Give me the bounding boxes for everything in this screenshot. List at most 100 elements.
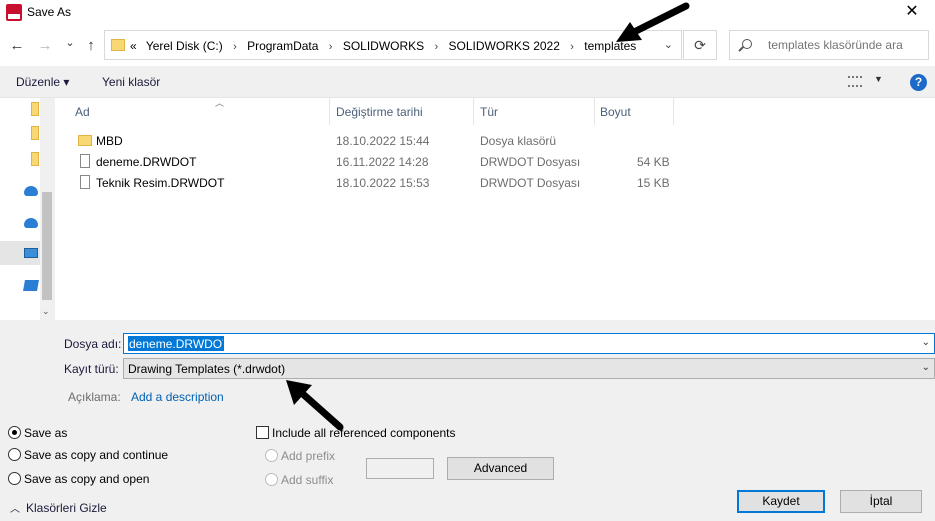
filename-field[interactable]: ⌄	[123, 333, 935, 354]
column-divider[interactable]	[594, 98, 595, 125]
file-name: MBD	[96, 134, 123, 148]
filetype-label: Kayıt türü:	[64, 362, 119, 376]
file-row-deneme[interactable]: deneme.DRWDOT 16.11.2022 14:28 DRWDOT Do…	[75, 151, 855, 172]
filename-input[interactable]	[128, 336, 224, 351]
breadcrumb-item-templates[interactable]: templates	[584, 39, 636, 53]
hide-folders-toggle[interactable]: ︿ Klasörleri Gizle	[10, 500, 107, 515]
filename-label: Dosya adı:	[64, 337, 122, 351]
folder-icon	[78, 135, 92, 146]
details-view-icon	[848, 76, 862, 87]
column-divider[interactable]	[329, 98, 330, 125]
file-name: deneme.DRWDOT	[96, 155, 197, 169]
cancel-button[interactable]: İptal	[840, 490, 922, 513]
save-copy-open-radio[interactable]	[8, 472, 21, 485]
description-label: Açıklama:	[68, 390, 121, 404]
save-copy-continue-label[interactable]: Save as copy and continue	[24, 448, 168, 462]
chevron-down-icon: ⌄	[921, 362, 930, 373]
file-size: 54 KB	[637, 155, 670, 169]
refresh-icon[interactable]: ⟳	[683, 30, 717, 60]
add-description-link[interactable]: Add a description	[131, 390, 224, 404]
add-prefix-label[interactable]: Add prefix	[281, 449, 335, 463]
column-divider[interactable]	[473, 98, 474, 125]
solidworks-app-icon	[6, 4, 22, 21]
document-icon	[80, 175, 90, 189]
back-arrow-icon[interactable]: ←	[7, 36, 27, 56]
file-size: 15 KB	[637, 176, 670, 190]
chevron-up-icon: ︿	[10, 504, 20, 515]
sort-ascending-icon: ︿	[215, 98, 225, 108]
include-references-label[interactable]: Include all referenced components	[272, 426, 455, 440]
breadcrumb-item-programdata[interactable]: ProgramData	[247, 39, 318, 53]
search-input[interactable]	[768, 38, 926, 52]
advanced-button[interactable]: Advanced	[447, 457, 554, 480]
close-button[interactable]: ✕	[889, 0, 935, 26]
folder-icon	[111, 39, 125, 51]
forward-arrow-icon[interactable]: →	[35, 36, 55, 56]
navigation-pane: ⌄	[0, 98, 54, 320]
save-as-radio[interactable]	[8, 426, 21, 439]
quick-access-folder-icon[interactable]	[31, 152, 39, 166]
quick-access-folder-icon[interactable]	[31, 126, 39, 140]
breadcrumb-separator[interactable]: ›	[329, 41, 333, 53]
save-button[interactable]: Kaydet	[737, 490, 825, 513]
breadcrumb-item-solidworks-2022[interactable]: SOLIDWORKS 2022	[449, 39, 560, 53]
file-row-teknik-resim[interactable]: Teknik Resim.DRWDOT 18.10.2022 15:53 DRW…	[75, 172, 855, 193]
chevron-down-icon: ▼	[874, 74, 883, 84]
column-divider[interactable]	[673, 98, 674, 125]
add-prefix-radio[interactable]	[265, 449, 278, 462]
save-form: Dosya adı: ⌄ Kayıt türü: Drawing Templat…	[0, 320, 935, 521]
file-date: 16.11.2022 14:28	[336, 155, 429, 169]
breadcrumb-overflow[interactable]: «	[130, 39, 137, 53]
save-as-label[interactable]: Save as	[24, 426, 67, 440]
help-icon[interactable]: ?	[910, 74, 927, 91]
breadcrumb: « Yerel Disk (C:) › ProgramData › SOLIDW…	[130, 39, 636, 53]
search-icon	[742, 39, 752, 49]
navigation-bar: ← → ⌄ ↑ « Yerel Disk (C:) › ProgramData …	[0, 26, 935, 66]
filetype-select[interactable]: Drawing Templates (*.drwdot) ⌄	[123, 358, 935, 379]
up-arrow-icon[interactable]: ↑	[81, 36, 101, 56]
scrollbar-thumb[interactable]	[42, 192, 52, 300]
view-options-button[interactable]: ▼	[848, 74, 883, 89]
quick-access-folder-icon[interactable]	[31, 102, 39, 116]
save-copy-continue-radio[interactable]	[8, 448, 21, 461]
file-type: DRWDOT Dosyası	[480, 176, 581, 190]
column-header-size[interactable]: Boyut	[600, 98, 670, 125]
address-bar[interactable]: « Yerel Disk (C:) › ProgramData › SOLIDW…	[104, 30, 682, 60]
include-references-checkbox[interactable]	[256, 426, 269, 439]
breadcrumb-separator[interactable]: ›	[233, 41, 237, 53]
navigation-scrollbar[interactable]: ⌄	[40, 98, 54, 320]
recent-locations-chevron-icon[interactable]: ⌄	[60, 33, 80, 53]
column-header-type[interactable]: Tür	[480, 98, 590, 125]
command-toolbar: Düzenle ▾ Yeni klasör ▼ ?	[0, 66, 935, 98]
prefix-suffix-input[interactable]	[366, 458, 434, 479]
breadcrumb-separator[interactable]: ›	[435, 41, 439, 53]
breadcrumb-item-local-disk[interactable]: Yerel Disk (C:)	[146, 39, 223, 53]
scroll-down-chevron-icon[interactable]: ⌄	[42, 306, 50, 317]
column-header-name-label: Ad	[75, 105, 90, 119]
title-bar: Save As ✕	[0, 0, 935, 26]
filename-history-chevron-icon[interactable]: ⌄	[922, 337, 930, 348]
search-box[interactable]	[729, 30, 929, 60]
column-header-date[interactable]: Değiştirme tarihi	[336, 98, 471, 125]
breadcrumb-item-solidworks[interactable]: SOLIDWORKS	[343, 39, 424, 53]
breadcrumb-separator[interactable]: ›	[570, 41, 574, 53]
document-icon	[80, 154, 90, 168]
address-history-chevron-icon[interactable]: ⌄	[664, 38, 673, 51]
hide-folders-label: Klasörleri Gizle	[26, 501, 107, 515]
network-icon[interactable]	[23, 280, 39, 291]
new-folder-button[interactable]: Yeni klasör	[102, 75, 160, 89]
add-suffix-radio[interactable]	[265, 473, 278, 486]
file-date: 18.10.2022 15:44	[336, 134, 430, 148]
column-header-name[interactable]: ︿ Ad	[75, 98, 330, 125]
file-list: ︿ Ad Değiştirme tarihi Tür Boyut MBD 18.…	[55, 98, 935, 320]
onedrive-cloud-icon[interactable]	[24, 218, 38, 228]
file-date: 18.10.2022 15:53	[336, 176, 430, 190]
organize-menu[interactable]: Düzenle ▾	[16, 75, 69, 89]
save-copy-open-label[interactable]: Save as copy and open	[24, 472, 149, 486]
this-pc-icon[interactable]	[24, 248, 38, 258]
add-suffix-label[interactable]: Add suffix	[281, 473, 333, 487]
file-row-mbd[interactable]: MBD 18.10.2022 15:44 Dosya klasörü	[75, 130, 855, 151]
window-title: Save As	[27, 5, 72, 19]
onedrive-cloud-icon[interactable]	[24, 186, 38, 196]
file-name: Teknik Resim.DRWDOT	[96, 176, 225, 190]
